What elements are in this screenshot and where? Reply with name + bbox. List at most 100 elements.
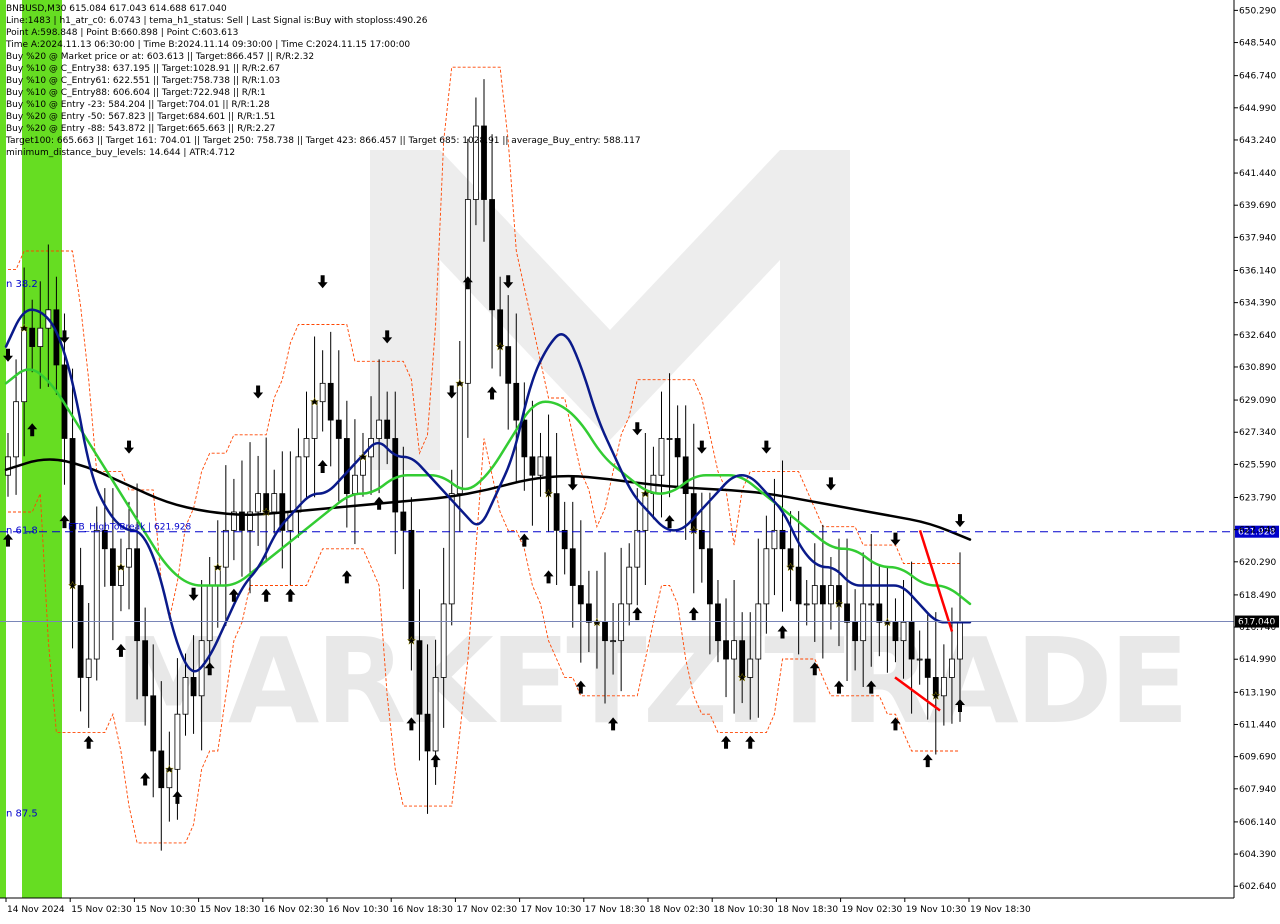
- y-tick-label: 650.290: [1239, 6, 1276, 16]
- x-tick-label: 17 Nov 10:30: [521, 905, 582, 915]
- candle-bear: [408, 529, 415, 642]
- candle-bull: [940, 677, 947, 697]
- info-line: Buy %20 @ Market price or at: 603.613 ||…: [6, 52, 315, 62]
- y-tick-label: 632.640: [1239, 331, 1276, 341]
- candle-bull: [803, 603, 810, 606]
- candle-bear: [545, 456, 552, 495]
- y-tick-label: 609.690: [1239, 753, 1276, 763]
- y-tick-label: 637.940: [1239, 233, 1276, 243]
- candle-bear: [424, 713, 431, 752]
- y-tick-label: 630.890: [1239, 363, 1276, 373]
- chart-container: MARKETZITRADE 621.928 FTB_HighToBreak | 6…: [0, 0, 1280, 920]
- candle-bear: [852, 621, 859, 642]
- candle-bear: [158, 750, 165, 789]
- candle-bear: [150, 695, 157, 752]
- candle-bear: [529, 456, 536, 476]
- level-left-label: FTB_HighToBreak | 621.928: [68, 523, 192, 533]
- candle-bear: [723, 640, 729, 660]
- y-tick-label: 616.740: [1239, 623, 1276, 633]
- candle-bear: [513, 382, 520, 421]
- candle-bear: [561, 529, 568, 550]
- candle-bull: [860, 603, 867, 642]
- info-line: Buy %20 @ Entry -50: 567.823 || Target:6…: [6, 112, 276, 122]
- candle-bull: [811, 585, 818, 605]
- candle-bear: [674, 438, 681, 458]
- watermark-text: MARKETZITRADE: [115, 612, 1186, 750]
- candle-bull: [626, 566, 633, 605]
- x-tick-label: 16 Nov 10:30: [328, 905, 389, 915]
- x-tick-label: 17 Nov 18:30: [585, 905, 646, 915]
- candle-bull: [440, 603, 447, 678]
- y-tick-label: 644.990: [1239, 104, 1276, 114]
- y-tick-label: 611.440: [1239, 720, 1276, 730]
- candle-bull: [21, 327, 28, 403]
- info-line: Target100: 665.663 || Target 161: 704.01…: [6, 136, 641, 146]
- candle-bull: [618, 603, 625, 642]
- candle-bull: [658, 438, 665, 476]
- candle-bear: [134, 548, 140, 642]
- candle-bear: [844, 603, 850, 623]
- candle-bear: [698, 529, 705, 550]
- candle-bear: [706, 548, 713, 605]
- candle-bear: [327, 382, 334, 421]
- candle-bull: [666, 438, 673, 440]
- candle-bull: [222, 529, 229, 568]
- candle-bear: [497, 309, 504, 347]
- candle-bear: [892, 621, 899, 642]
- candle-bear: [190, 677, 197, 697]
- candle-bear: [101, 529, 108, 550]
- fib-label: n 38.2: [6, 279, 38, 290]
- candle-bear: [577, 585, 584, 605]
- candle-bull: [174, 713, 181, 770]
- y-tick-label: 614.990: [1239, 655, 1276, 665]
- candle-bull: [271, 493, 278, 513]
- symbol-line: BNBUSD,M30 615.084 617.043 614.688 617.0…: [6, 4, 227, 14]
- info-line: Line:1483 | h1_atr_c0: 6.0743 | tema_h1_…: [6, 16, 428, 26]
- candle-bull: [456, 382, 463, 495]
- candle-bear: [779, 529, 786, 550]
- info-line: Buy %10 @ C_Entry88: 606.604 || Target:7…: [6, 88, 266, 98]
- candle-bear: [521, 419, 528, 458]
- y-tick-label: 620.290: [1239, 558, 1276, 568]
- candle-bear: [416, 640, 423, 715]
- candle-bull: [634, 529, 641, 568]
- candle-bear: [505, 346, 512, 384]
- info-line: Buy %10 @ C_Entry61: 622.551 || Target:7…: [6, 76, 281, 86]
- y-tick-label: 625.590: [1239, 460, 1276, 470]
- candle-bull: [610, 640, 616, 643]
- y-tick-label: 646.740: [1239, 72, 1276, 82]
- info-panel: BNBUSD,M30 615.084 617.043 614.688 617.0…: [6, 3, 641, 159]
- candle-bull: [771, 529, 778, 550]
- candle-bull: [900, 621, 907, 642]
- info-line: Buy %20 @ Entry -88: 543.872 || Target:6…: [6, 124, 276, 134]
- candle-bull: [916, 658, 923, 661]
- candle-bull: [432, 677, 439, 752]
- candle-bull: [949, 658, 955, 678]
- candle-bear: [489, 199, 495, 311]
- candle-bear: [142, 640, 149, 697]
- y-tick-label: 613.190: [1239, 688, 1276, 698]
- candle-bull: [5, 456, 11, 476]
- candle-bear: [335, 419, 342, 439]
- info-line: Buy %10 @ Entry -23: 584.204 || Target:7…: [6, 100, 270, 110]
- x-tick-label: 17 Nov 02:30: [456, 905, 517, 915]
- candle-bear: [400, 511, 407, 531]
- candle-bull: [303, 438, 310, 458]
- candle-bull: [747, 658, 754, 678]
- candle-bear: [715, 603, 721, 642]
- candle-bear: [343, 438, 350, 495]
- candle-bear: [109, 548, 116, 586]
- candle-bull: [206, 585, 213, 642]
- candle-bull: [126, 548, 132, 568]
- y-tick-label: 641.440: [1239, 169, 1276, 179]
- candle-bear: [585, 603, 592, 623]
- info-line: Buy %10 @ C_Entry38: 637.195 || Target:1…: [6, 64, 281, 74]
- x-tick-label: 16 Nov 02:30: [264, 905, 325, 915]
- candle-bull: [352, 474, 358, 495]
- y-tick-label: 618.490: [1239, 591, 1276, 601]
- candle-bull: [13, 401, 19, 458]
- candle-bull: [311, 401, 318, 439]
- candle-bull: [828, 585, 834, 605]
- x-tick-label: 19 Nov 10:30: [906, 905, 967, 915]
- info-line: minimum_distance_buy_levels: 14.644 | AT…: [6, 148, 236, 158]
